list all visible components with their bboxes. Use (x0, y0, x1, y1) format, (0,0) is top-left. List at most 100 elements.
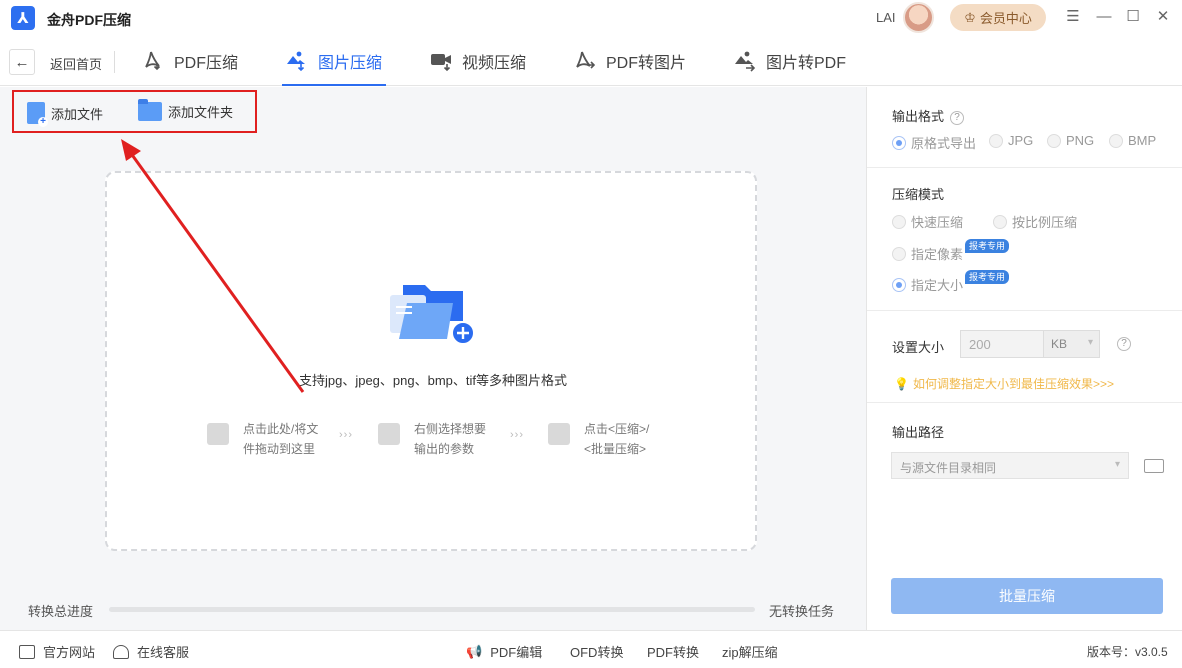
step-line: 点击此处/将文 (243, 422, 319, 436)
output-format-title: 输出格式? (892, 106, 965, 125)
output-path-select[interactable]: 与源文件目录相同 (891, 452, 1129, 479)
supported-formats-text: 支持jpg、jpeg、png、bmp、tif等多种图片格式 (298, 373, 568, 388)
version-label: 版本号：v3.0.5 (1087, 645, 1168, 659)
ofd-convert-link[interactable]: OFD转换 (570, 642, 623, 661)
megaphone-icon: 📢 (466, 643, 483, 659)
help-icon[interactable]: ? (1117, 337, 1131, 351)
folder-add-icon (390, 285, 475, 345)
step-choose-params: 右侧选择想要 输出的参数 (378, 419, 486, 459)
footer-link-label: PDF编辑 (490, 645, 543, 660)
radio-specify-size[interactable]: 指定大小 (892, 275, 963, 294)
unit-select[interactable]: KB (1044, 330, 1100, 358)
minimize-icon[interactable]: — (1096, 8, 1112, 26)
back-button[interactable]: ← (9, 49, 35, 75)
divider (867, 167, 1182, 168)
step-line: 件拖动到这里 (243, 442, 316, 456)
radio-label: 指定大小 (911, 278, 964, 293)
tab-label: 图片压缩 (318, 55, 383, 72)
step-drag-files: 点击此处/将文 件拖动到这里 (207, 419, 318, 459)
divider (867, 402, 1182, 403)
file-arrow-icon (378, 423, 400, 445)
radio-label: BMP (1128, 133, 1157, 148)
radio-button (892, 214, 906, 229)
footer: 官方网站 在线客服 📢 PDF编辑 OFD转换 PDF转换 zip解压缩 版本号… (0, 630, 1182, 668)
radio-fast-compress[interactable]: 快速压缩 (892, 212, 963, 231)
progress-bar (109, 607, 755, 612)
set-size-title: 设置大小 (892, 340, 945, 355)
add-file-button[interactable]: 添加文件 (27, 102, 104, 127)
step-line: 输出的参数 (414, 442, 475, 456)
radio-button (892, 246, 906, 261)
radio-button (1109, 133, 1123, 148)
close-icon[interactable]: ✕ (1155, 8, 1171, 26)
add-file-label: 添加文件 (51, 106, 104, 122)
main-area: 添加文件 添加文件夹 支持jpg、jpeg、png、bmp、tif等多种图片格式… (0, 87, 866, 630)
online-service-link[interactable]: 在线客服 (113, 642, 189, 661)
step-click-compress: 点击<压缩>/ <批量压缩> (548, 419, 649, 459)
menu-icon[interactable]: ☰ (1065, 8, 1081, 26)
progress-label: 转换总进度 (28, 604, 94, 619)
highlight-box: 添加文件 添加文件夹 (12, 90, 257, 133)
size-tip-link[interactable]: 💡 如何调整指定大小到最佳压缩效果>>> (894, 375, 1114, 392)
radio-button (892, 135, 906, 150)
radio-bmp[interactable]: BMP (1109, 133, 1156, 148)
batch-compress-button[interactable]: 批量压缩 (891, 578, 1163, 614)
tab-label: 图片转PDF (766, 55, 847, 72)
back-home-link[interactable]: 返回首页 (50, 54, 102, 73)
radio-label: 按比例压缩 (1012, 215, 1078, 230)
folder-open-icon[interactable] (1144, 459, 1164, 473)
service-label: 在线客服 (137, 645, 190, 660)
progress-status: 无转换任务 (769, 604, 835, 619)
radio-jpg[interactable]: JPG (989, 133, 1033, 148)
compress-mode-title: 压缩模式 (892, 187, 945, 202)
tab-bar: ← 返回首页 PDF压缩 图片压缩 视频压缩 PDF转图片 图片转PDF (0, 36, 1182, 86)
image-compress-icon (287, 51, 305, 72)
tip-text: 如何调整指定大小到最佳压缩效果>>> (912, 377, 1114, 391)
title-bar: ⅄ 金舟PDF压缩 LAI ♔ 会员中心 ☰ — ☐ ✕ (0, 0, 1182, 36)
tab-label: 视频压缩 (462, 55, 527, 72)
step-separator: ››› (339, 429, 353, 441)
step-line: 右侧选择想要 (414, 422, 487, 436)
radio-button (1047, 133, 1061, 148)
radio-original-format[interactable]: 原格式导出 (892, 133, 976, 152)
headset-icon (113, 644, 129, 659)
pdf-edit-link[interactable]: 📢 PDF编辑 (466, 642, 542, 661)
zip-extract-link[interactable]: zip解压缩 (722, 642, 778, 661)
tab-label: PDF压缩 (174, 55, 239, 72)
tab-image-compress[interactable]: 图片压缩 (281, 36, 387, 86)
step-separator: ››› (510, 429, 524, 441)
add-folder-button[interactable]: 添加文件夹 (138, 99, 234, 121)
help-icon[interactable]: ? (950, 111, 965, 125)
pdf-convert-link[interactable]: PDF转换 (647, 642, 699, 661)
divider (867, 310, 1182, 311)
tab-label: PDF转图片 (606, 55, 687, 72)
image-to-pdf-icon (735, 51, 756, 72)
radio-specify-pixels[interactable]: 指定像素 (892, 244, 963, 263)
tab-pdf-to-image[interactable]: PDF转图片 (574, 36, 686, 86)
size-input[interactable]: 200 (960, 330, 1044, 358)
settings-panel: 输出格式? 原格式导出 JPG PNG BMP 压缩模式 快速压缩 按比例压缩 … (866, 87, 1182, 630)
radio-button (993, 214, 1007, 229)
folder-icon (207, 423, 229, 445)
member-center-button[interactable]: ♔ 会员中心 (950, 4, 1046, 31)
arrow-left-icon: ← (14, 53, 30, 71)
monitor-icon (19, 644, 35, 659)
avatar[interactable] (903, 2, 934, 33)
tab-video-compress[interactable]: 视频压缩 (430, 36, 526, 86)
maximize-icon[interactable]: ☐ (1125, 8, 1141, 26)
add-folder-icon (138, 99, 162, 121)
radio-png[interactable]: PNG (1047, 133, 1094, 148)
radio-ratio-compress[interactable]: 按比例压缩 (993, 212, 1077, 231)
tab-image-to-pdf[interactable]: 图片转PDF (734, 36, 846, 86)
tab-pdf-compress[interactable]: PDF压缩 (142, 36, 238, 86)
radio-label: JPG (1008, 133, 1034, 148)
radio-label: 快速压缩 (911, 215, 964, 230)
lightbulb-icon: 💡 (894, 376, 909, 391)
official-website-link[interactable]: 官方网站 (19, 642, 95, 661)
compress-icon (548, 423, 570, 445)
add-folder-label: 添加文件夹 (168, 105, 234, 120)
drop-zone[interactable]: 支持jpg、jpeg、png、bmp、tif等多种图片格式 点击此处/将文 件拖… (105, 171, 757, 551)
step-line: <批量压缩> (584, 442, 647, 456)
radio-label: 原格式导出 (911, 136, 977, 151)
user-name[interactable]: LAI (876, 10, 896, 25)
